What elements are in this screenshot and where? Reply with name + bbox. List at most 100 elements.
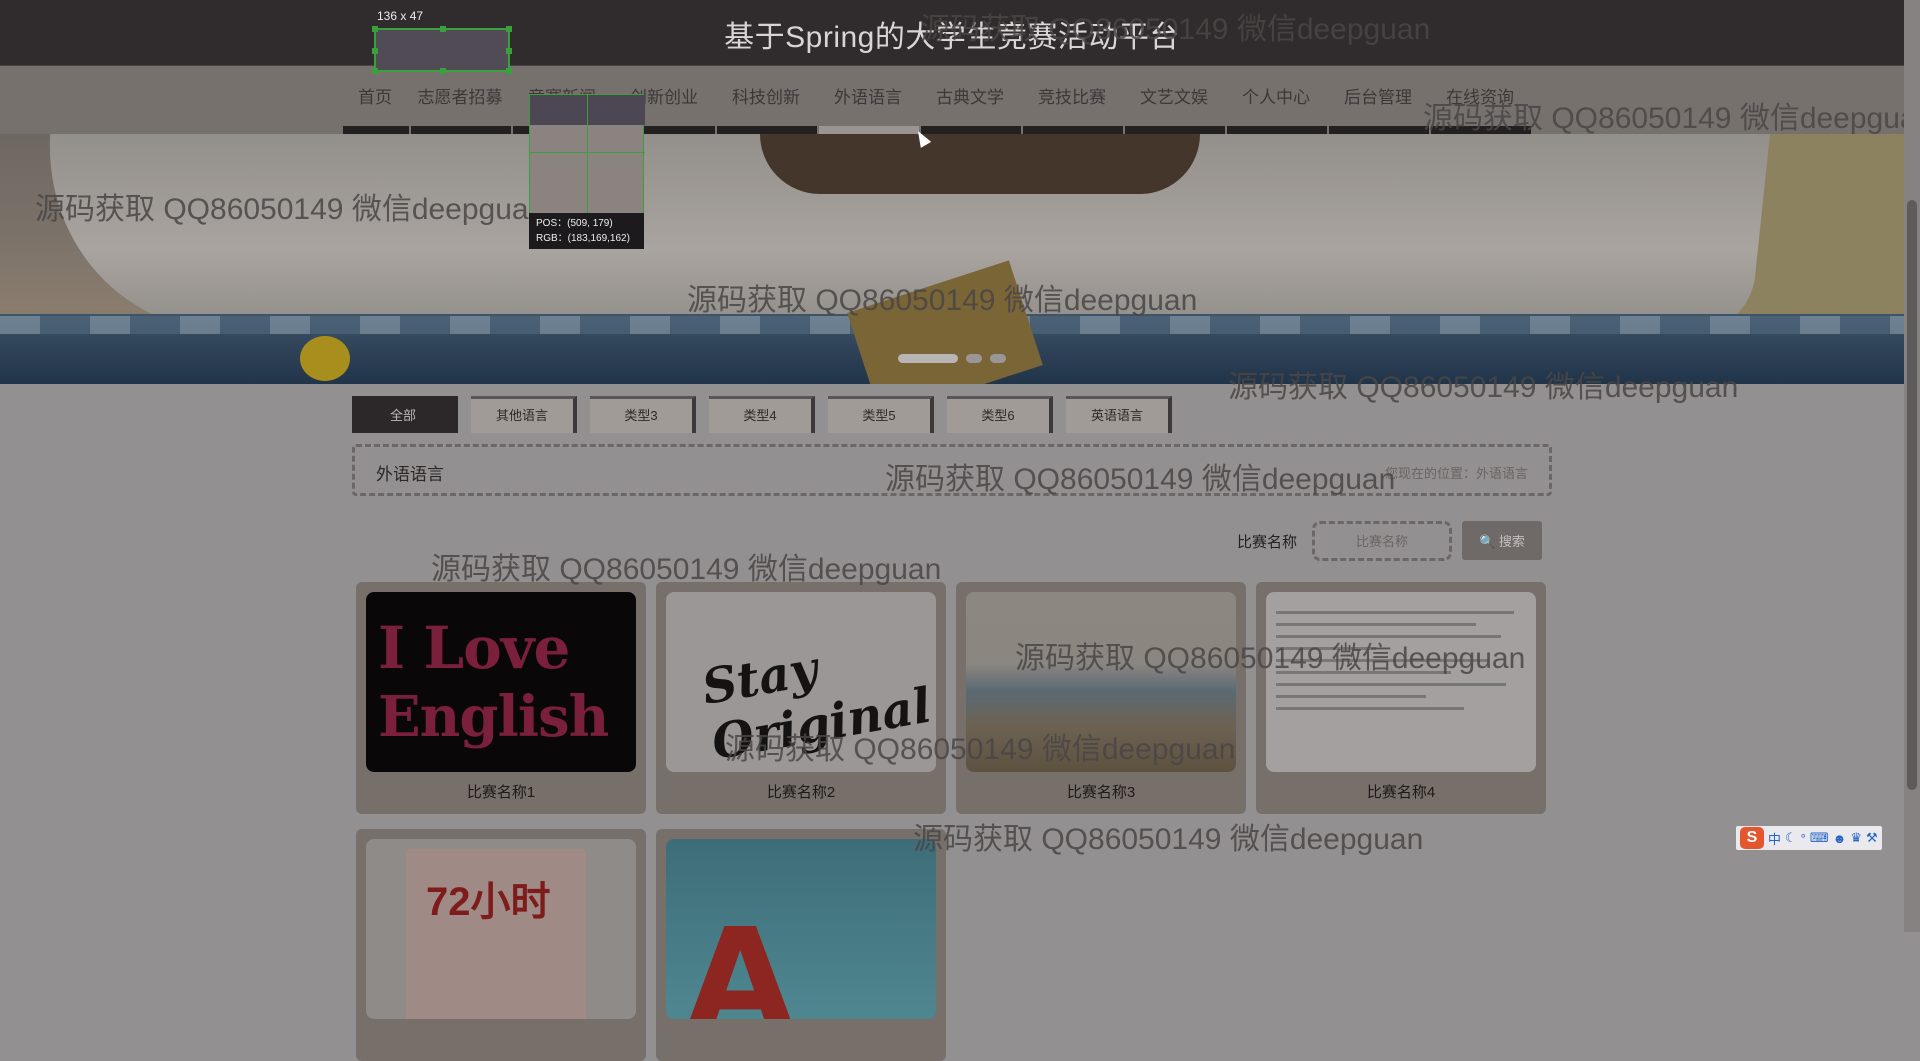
nav-item[interactable]: 在线资询: [1429, 66, 1531, 134]
nav-item[interactable]: 竞技比赛: [1021, 66, 1123, 134]
carousel-dot-2[interactable]: [966, 354, 982, 363]
nav-item[interactable]: 后台管理: [1327, 66, 1429, 134]
page-scrollbar[interactable]: [1904, 0, 1920, 932]
scrollbar-thumb[interactable]: [1907, 200, 1917, 790]
nav-item-label: 志愿者招募: [417, 88, 503, 107]
nav-item-underline: [409, 126, 511, 134]
card-image-text: I Love: [378, 614, 570, 682]
card-image-text: A: [686, 899, 795, 1019]
measure-selection-box[interactable]: [372, 26, 512, 74]
card-image: 72小时: [366, 839, 636, 1019]
text-line: [1276, 623, 1476, 626]
nav-item[interactable]: 志愿者招募: [409, 66, 511, 134]
resize-handle[interactable]: [372, 26, 378, 32]
card-image-text: English: [378, 684, 609, 750]
carousel-dot-3[interactable]: [990, 354, 1006, 363]
nav-item-underline: [1225, 126, 1327, 134]
search-input[interactable]: [1312, 521, 1452, 561]
magnifier-info: POS：(509, 179) RGB：(183,169,162): [529, 213, 644, 249]
competition-card[interactable]: 比赛名称3: [956, 582, 1246, 814]
site-title: 基于Spring的大学生竞赛活动平台: [724, 21, 1180, 54]
category-tabs: 全部 其他语言 类型3 类型4 类型5 类型6 英语语言: [352, 396, 1172, 433]
nav-item-label: 在线资询: [1446, 88, 1514, 107]
moon-icon[interactable]: ☾: [1785, 830, 1797, 846]
resize-handle[interactable]: [506, 68, 512, 74]
competition-card[interactable]: 72小时: [356, 829, 646, 1061]
nav-item[interactable]: 科技创新: [715, 66, 817, 134]
nav-item-underline: [341, 126, 409, 134]
skin-icon[interactable]: ♛: [1850, 830, 1862, 846]
resize-handle[interactable]: [440, 68, 446, 74]
category-tab[interactable]: 全部: [352, 396, 458, 433]
magnifier-crosshair: [530, 152, 645, 153]
cursor-position: POS：(509, 179): [536, 218, 613, 229]
user-icon[interactable]: ☻: [1833, 831, 1847, 846]
search-icon: 🔍: [1479, 534, 1496, 549]
nav-item[interactable]: 文艺文娱: [1123, 66, 1225, 134]
keyboard-icon[interactable]: ⌨: [1810, 830, 1829, 846]
text-line: [1276, 707, 1464, 710]
text-line: [1276, 635, 1501, 638]
nav-item[interactable]: 外语语言: [817, 66, 919, 134]
competition-card[interactable]: A: [656, 829, 946, 1061]
nav-menu: 首页志愿者招募竞赛新闻创新创业科技创新外语语言古典文学竞技比赛文艺文娱个人中心后…: [341, 66, 1531, 134]
carousel-dot-1[interactable]: [898, 354, 958, 363]
nav-item-underline: [817, 126, 919, 134]
nav-item-underline: [715, 126, 817, 134]
nav-item[interactable]: 古典文学: [919, 66, 1021, 134]
nav-item-label: 竞技比赛: [1038, 88, 1106, 107]
search-button[interactable]: 🔍 搜索: [1462, 521, 1542, 560]
card-image: [1266, 592, 1536, 772]
resize-handle[interactable]: [372, 68, 378, 74]
nav-item-label: 文艺文娱: [1140, 88, 1208, 107]
pixel-color: RGB：(183,169,162): [536, 233, 630, 244]
nav-item-underline: [919, 126, 1021, 134]
card-image: [966, 592, 1236, 772]
breadcrumb-bar: 外语语言 您现在的位置：外语语言: [352, 444, 1552, 496]
nav-item-label: 科技创新: [732, 88, 800, 107]
text-line: [1276, 659, 1489, 662]
nav-item-label: 个人中心: [1242, 88, 1310, 107]
resize-handle[interactable]: [506, 48, 512, 54]
resize-handle[interactable]: [506, 26, 512, 32]
card-image: A: [666, 839, 936, 1019]
category-tab[interactable]: 类型5: [828, 396, 934, 433]
card-image-text: Stay Original: [698, 640, 936, 772]
competition-card[interactable]: 比赛名称4: [1256, 582, 1546, 814]
competition-card[interactable]: I Love English 比赛名称1: [356, 582, 646, 814]
settings-wrench-icon[interactable]: ⚒: [1866, 830, 1878, 846]
resize-handle[interactable]: [440, 26, 446, 32]
category-tab[interactable]: 类型3: [590, 396, 696, 433]
ime-mode[interactable]: 中: [1768, 829, 1781, 848]
nav-item-underline: [1021, 126, 1123, 134]
banner-person: [760, 134, 1200, 194]
nav-item[interactable]: 首页: [341, 66, 409, 134]
category-tab[interactable]: 类型4: [709, 396, 815, 433]
main-navbar: 首页志愿者招募竞赛新闻创新创业科技创新外语语言古典文学竞技比赛文艺文娱个人中心后…: [0, 66, 1904, 134]
sogou-logo-icon[interactable]: S: [1740, 827, 1764, 849]
resize-handle[interactable]: [372, 48, 378, 54]
category-tab[interactable]: 类型6: [947, 396, 1053, 433]
text-line: [1276, 695, 1426, 698]
section-title: 外语语言: [376, 465, 444, 484]
category-tab[interactable]: 英语语言: [1066, 396, 1172, 433]
watermark: 源码获取 QQ86050149 微信deepguan: [913, 823, 1424, 856]
card-image: I Love English: [366, 592, 636, 772]
text-line: [1276, 611, 1514, 614]
competition-card[interactable]: Stay Original 比赛名称2: [656, 582, 946, 814]
nav-item[interactable]: 个人中心: [1225, 66, 1327, 134]
ime-toolbar: S 中 ☾ ° ⌨ ☻ ♛ ⚒: [1736, 826, 1882, 850]
search-label: 比赛名称: [1237, 534, 1298, 551]
nav-item-underline: [1123, 126, 1225, 134]
search-button-label: 搜索: [1498, 534, 1525, 549]
text-line: [1276, 647, 1376, 650]
measure-size-label: 136 x 47: [377, 9, 424, 23]
category-tab[interactable]: 其他语言: [471, 396, 577, 433]
card-caption: 比赛名称2: [766, 784, 836, 801]
punctuation-icon[interactable]: °: [1801, 831, 1806, 846]
hero-banner: [0, 134, 1904, 384]
nav-item-label: 后台管理: [1344, 88, 1412, 107]
text-line: [1276, 683, 1506, 686]
nav-item-label: 首页: [358, 88, 392, 107]
breadcrumb: 您现在的位置：外语语言: [1384, 466, 1528, 481]
